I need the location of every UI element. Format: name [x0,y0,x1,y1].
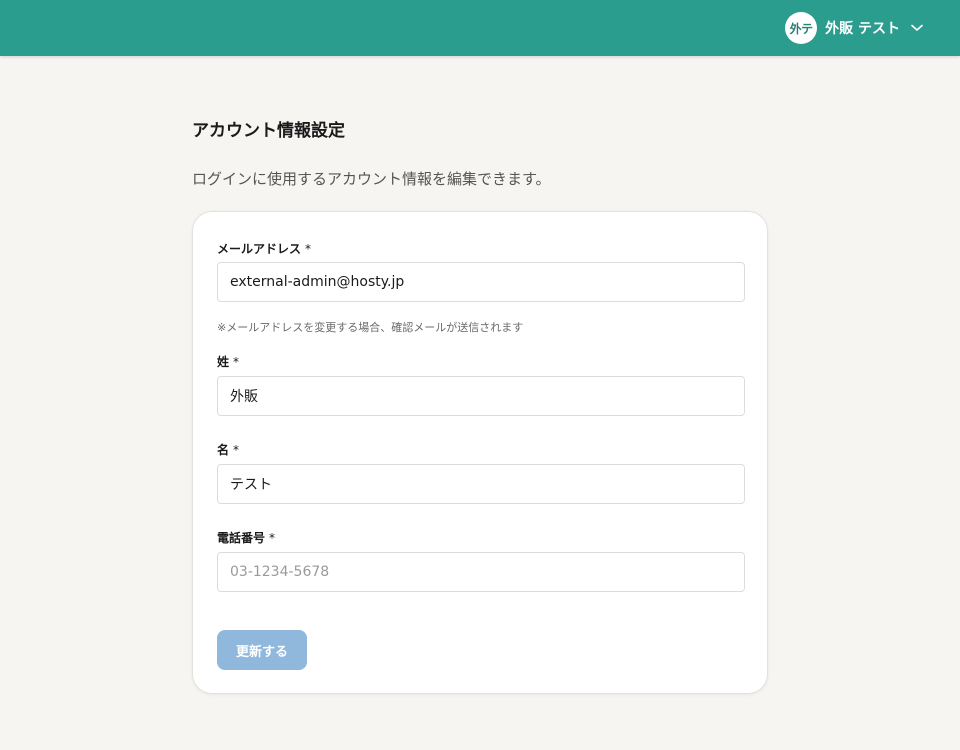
email-hint: ※メールアドレスを変更する場合、確認メールが送信されます [217,321,524,334]
top-bar: 外テ 外販 テスト [0,0,960,56]
required-mark: * [233,355,240,369]
phone-field[interactable] [217,552,745,592]
required-mark: * [233,443,240,457]
last-name-label: 姓 * [217,353,239,370]
email-label-text: メールアドレス [217,242,302,256]
email-field[interactable] [217,262,745,302]
phone-label-text: 電話番号 [217,531,266,545]
page-title: アカウント情報設定 [192,121,345,141]
last-name-field[interactable] [217,376,745,416]
user-menu[interactable]: 外テ 外販 テスト [785,12,924,44]
last-name-label-text: 姓 [217,355,230,369]
page-description: ログインに使用するアカウント情報を編集できます。 [192,170,551,188]
email-label: メールアドレス * [217,240,311,257]
first-name-field[interactable] [217,464,745,504]
required-mark: * [269,531,276,545]
account-form-card: メールアドレス* ※メールアドレスを変更する場合、確認メールが送信されます 姓*… [192,211,768,694]
avatar: 外テ [785,12,818,44]
required-mark: * [305,242,312,256]
phone-label: 電話番号 * [217,529,275,546]
first-name-label: 名 * [217,441,239,458]
update-button[interactable]: 更新する [217,630,307,670]
first-name-label-text: 名 [217,443,230,457]
user-name: 外販 テスト [825,21,900,37]
chevron-down-icon [910,21,924,35]
